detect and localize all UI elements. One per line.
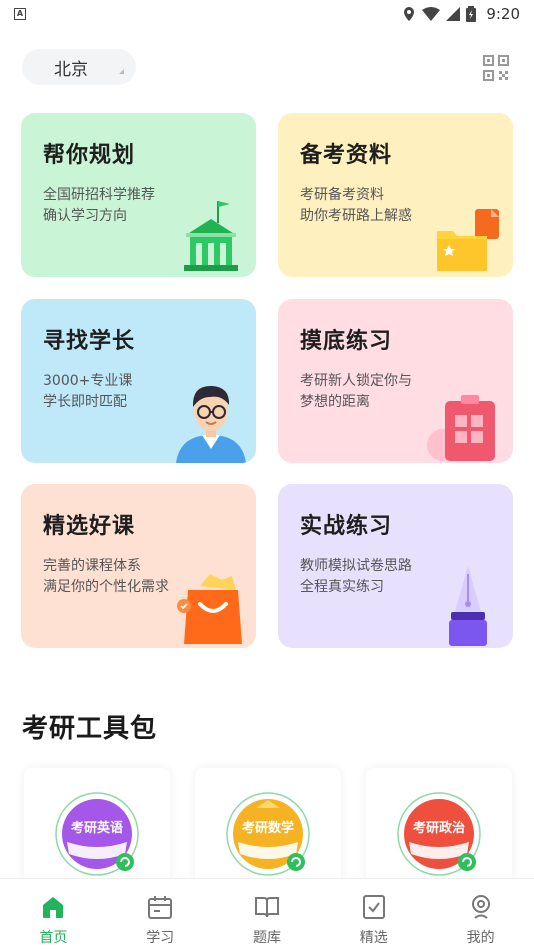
badge-label: 考研数学 [242, 820, 294, 836]
card-title: 实战练习 [300, 514, 393, 539]
card-practice[interactable]: 实战练习 教师模拟试卷思路 全程真实练习 [278, 484, 513, 648]
folder-icon [437, 209, 499, 271]
status-icons: 9:20 [402, 5, 520, 23]
city-label: 北京 [54, 59, 88, 80]
tab-label: 学习 [146, 930, 175, 946]
tab-label: 精选 [359, 930, 388, 946]
status-bar: A 9:20 [0, 0, 534, 28]
card-title: 寻找学长 [43, 329, 136, 354]
card-description: 全国研招科学推荐 确认学习方向 [43, 187, 155, 224]
battery-icon [466, 6, 477, 22]
tab-mine[interactable]: 我的 [427, 879, 534, 950]
card-description: 考研备考资料 助你考研路上解惑 [300, 187, 412, 224]
book-icon [254, 897, 279, 918]
checkbox-icon [362, 895, 385, 919]
card-description: 考研新人锁定你与 梦想的距离 [300, 373, 412, 410]
home-icon [43, 897, 64, 918]
tab-question-bank[interactable]: 题库 [214, 879, 321, 950]
clipboard-icon [427, 395, 495, 461]
tool-card-politics[interactable]: 考研政治 [366, 768, 512, 888]
card-title: 备考资料 [300, 143, 393, 168]
card-materials[interactable]: 备考资料 考研备考资料 助你考研路上解惑 [278, 113, 513, 277]
tab-featured[interactable]: 精选 [320, 879, 427, 950]
app-notification-icon: A [14, 8, 26, 20]
caret-icon [119, 69, 124, 74]
badge-label: 考研英语 [71, 820, 123, 836]
qr-scan-icon[interactable] [483, 55, 509, 81]
tab-study[interactable]: 学习 [107, 879, 214, 950]
tab-label: 我的 [466, 930, 495, 946]
math-badge-icon: 考研数学 [226, 792, 310, 876]
card-title: 帮你规划 [43, 143, 136, 168]
card-description: 3000+专业课 学长即时匹配 [43, 373, 133, 410]
tab-label: 首页 [39, 930, 68, 946]
tab-label: 题库 [252, 930, 281, 946]
tool-card-math[interactable]: 考研数学 [195, 768, 341, 888]
profile-icon [471, 895, 490, 919]
card-senior[interactable]: 寻找学长 3000+专业课 学长即时匹配 [21, 299, 256, 463]
tab-home[interactable]: 首页 [0, 879, 107, 950]
card-plan[interactable]: 帮你规划 全国研招科学推荐 确认学习方向 [21, 113, 256, 277]
school-building-icon [184, 201, 238, 271]
card-description: 完善的课程体系 满足你的个性化需求 [43, 558, 169, 595]
bottom-tab-bar: 首页 学习 题库 精选 我的 [0, 878, 534, 950]
card-assessment[interactable]: 摸底练习 考研新人锁定你与 梦想的距离 [278, 299, 513, 463]
toolkit-section-title: 考研工具包 [22, 714, 158, 744]
politics-badge-icon: 考研政治 [397, 792, 481, 876]
location-icon [404, 7, 415, 21]
calendar-icon [148, 896, 173, 919]
clock: 9:20 [486, 5, 520, 23]
student-avatar-icon [176, 385, 246, 463]
pen-nib-icon [449, 566, 487, 646]
signal-icon [446, 7, 461, 21]
badge-label: 考研政治 [413, 820, 465, 836]
card-title: 摸底练习 [300, 329, 393, 354]
wifi-icon [422, 7, 441, 21]
english-badge-icon: 考研英语 [55, 792, 139, 876]
card-title: 精选好课 [43, 514, 136, 539]
tool-card-english[interactable]: 考研英语 [24, 768, 170, 888]
shopping-bag-icon [177, 574, 242, 644]
card-description: 教师模拟试卷思路 全程真实练习 [300, 558, 412, 595]
city-selector[interactable]: 北京 [22, 49, 136, 85]
card-courses[interactable]: 精选好课 完善的课程体系 满足你的个性化需求 [21, 484, 256, 648]
